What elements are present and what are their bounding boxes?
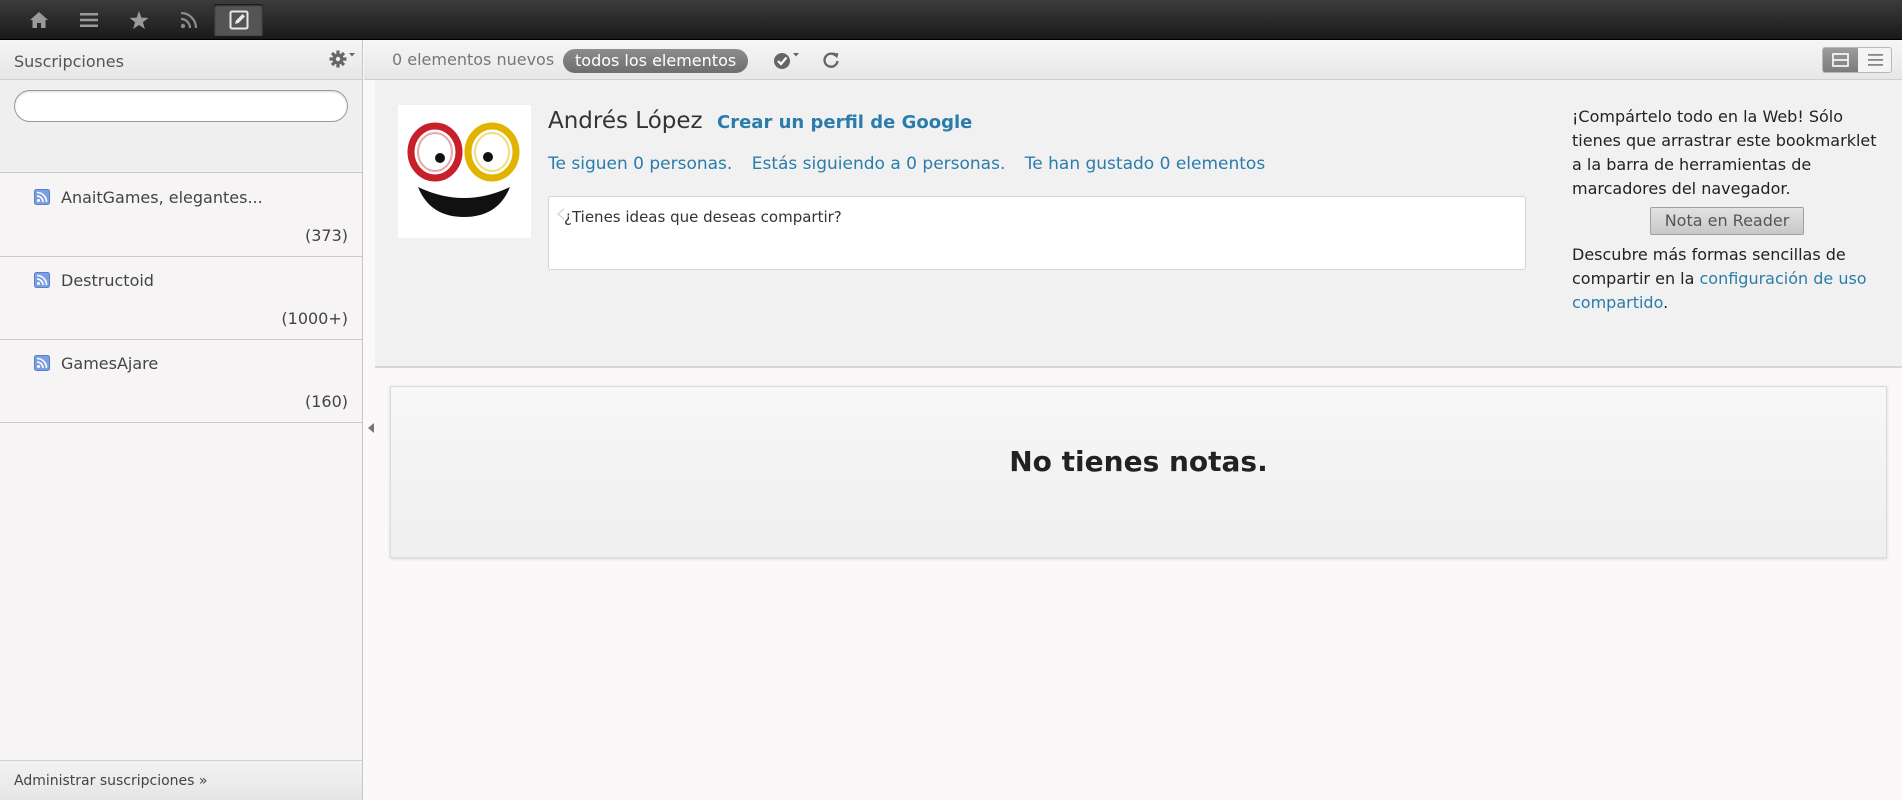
notes-button[interactable] <box>214 4 263 36</box>
feed-icon <box>34 272 50 288</box>
notes-panel: No tienes notas. <box>390 386 1887 558</box>
more-sharing-text: Descubre más formas sencillas de compart… <box>1572 243 1882 315</box>
all-items-filter[interactable]: todos los elementos <box>563 49 749 73</box>
starred-button[interactable] <box>114 4 163 36</box>
profile-stats: Te siguen 0 personas. Estás siguiendo a … <box>548 154 1279 174</box>
feed-unread-count: (1000+) <box>281 309 348 328</box>
view-mode-toggle <box>1822 47 1892 73</box>
expanded-view-button[interactable] <box>1823 48 1858 72</box>
bookmarklet-description: ¡Compártelo todo en la Web! Sólo tienes … <box>1572 107 1877 198</box>
note-in-reader-button[interactable]: Nota en Reader <box>1650 207 1804 235</box>
refresh-icon <box>823 52 839 68</box>
manage-subscriptions-link[interactable]: Administrar suscripciones » <box>14 773 207 789</box>
feed-name: AnaitGames, elegantes... <box>61 188 263 207</box>
feed-item[interactable]: AnaitGames, elegantes... (373) <box>0 174 362 257</box>
liked-items-link[interactable]: Te han gustado 0 elementos <box>1025 154 1265 174</box>
star-icon <box>129 10 148 29</box>
create-google-profile-link[interactable]: Crear un perfil de Google <box>717 112 972 133</box>
expanded-view-icon <box>1832 53 1849 67</box>
list-icon <box>79 13 98 27</box>
subscriptions-sidebar: Suscripciones AnaitGames, elegantes... (… <box>0 40 363 800</box>
feed-icon <box>34 189 50 205</box>
avatar[interactable] <box>398 105 531 238</box>
feed-item[interactable]: Destructoid (1000+) <box>0 257 362 340</box>
new-items-filter[interactable]: 0 elementos nuevos <box>392 50 554 69</box>
collapse-sidebar-arrow-icon[interactable] <box>368 423 374 433</box>
rss-icon <box>180 11 197 29</box>
sidebar-header: Suscripciones <box>0 40 362 80</box>
more-sharing-suffix: . <box>1663 293 1669 312</box>
followers-link[interactable]: Te siguen 0 personas. <box>548 154 732 174</box>
empty-notes-message: No tienes notas. <box>1009 445 1268 478</box>
notes-icon <box>229 10 248 30</box>
home-button[interactable] <box>14 4 63 36</box>
home-icon <box>29 12 48 28</box>
check-circle-icon <box>774 53 799 69</box>
main-toolbar: 0 elementos nuevos todos los elementos <box>364 40 1902 80</box>
gear-icon <box>329 50 355 68</box>
feed-item[interactable]: GamesAjare (160) <box>0 340 362 423</box>
feed-name: Destructoid <box>61 271 154 290</box>
speech-notch <box>557 208 565 220</box>
profile-section: Andrés López Crear un perfil de Google T… <box>375 80 1902 368</box>
refresh-button[interactable] <box>821 50 841 70</box>
list-button[interactable] <box>64 4 113 36</box>
feed-unread-count: (373) <box>304 226 348 245</box>
sidebar-footer: Administrar suscripciones » <box>0 760 362 800</box>
feeds-button[interactable] <box>164 4 213 36</box>
share-info-panel: ¡Compártelo todo en la Web! Sólo tienes … <box>1572 105 1882 315</box>
search-input[interactable] <box>14 90 348 122</box>
feed-name: GamesAjare <box>61 354 159 373</box>
feed-icon <box>34 355 50 371</box>
sidebar-title: Suscripciones <box>14 52 124 71</box>
top-navigation-bar <box>0 0 1902 40</box>
profile-name: Andrés López <box>548 108 703 134</box>
settings-button[interactable] <box>328 48 356 70</box>
share-ideas-placeholder: ¿Tienes ideas que deseas compartir? <box>564 208 842 226</box>
list-view-icon <box>1868 54 1883 66</box>
mark-as-read-button[interactable] <box>772 49 806 71</box>
smiley-face-icon <box>407 122 520 217</box>
list-view-button[interactable] <box>1858 48 1891 72</box>
feed-unread-count: (160) <box>304 392 348 411</box>
share-ideas-input[interactable]: ¿Tienes ideas que deseas compartir? <box>548 196 1526 270</box>
following-link[interactable]: Estás siguiendo a 0 personas. <box>752 154 1006 174</box>
chevron-down-icon <box>349 53 355 57</box>
